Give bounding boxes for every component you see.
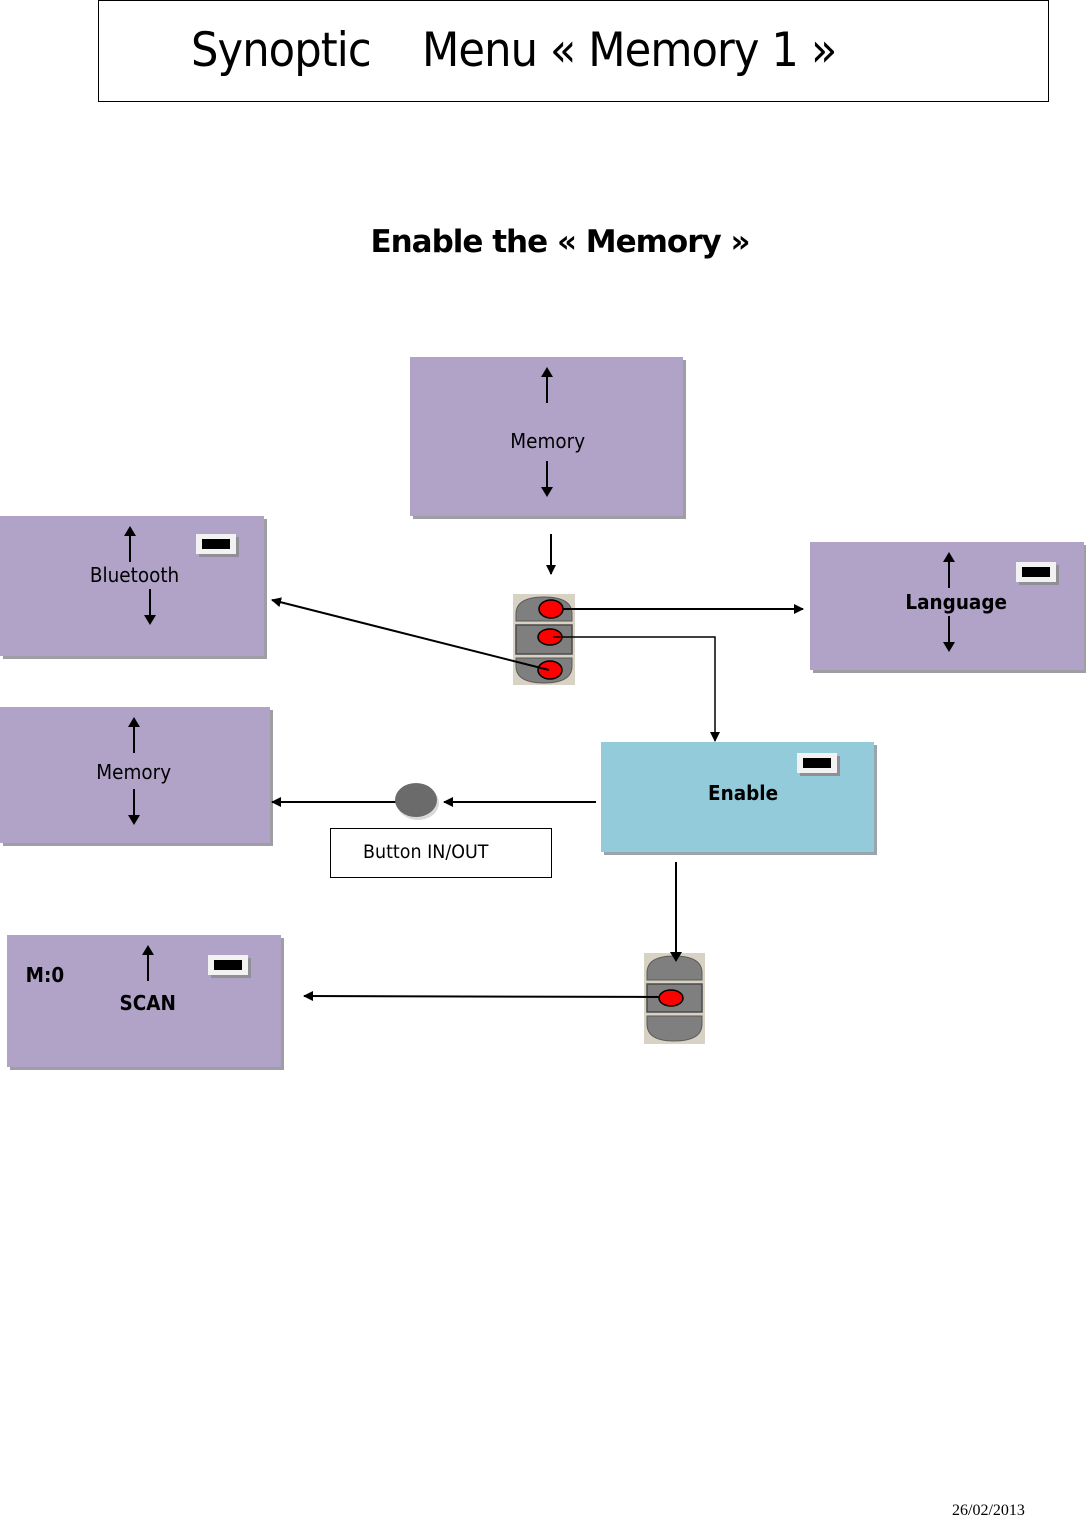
button-in-out-label-box: Button IN/OUT [330,828,552,878]
connector-keypad-to-enable [553,636,720,742]
button-in-out-icon[interactable] [395,783,437,817]
keypad-1[interactable] [513,594,575,685]
red-button-top[interactable] [538,599,564,619]
button-in-out-label: Button IN/OUT [363,841,489,863]
keypad-2[interactable] [644,953,705,1044]
connector-keypad-to-bluetooth [271,597,550,671]
footer-date: 26/02/2013 [952,1502,1025,1519]
red-button-bottom[interactable] [537,660,563,680]
red-button-middle[interactable] [658,989,684,1007]
connector-keypad-to-scan [303,991,661,1002]
connectors-layer [271,534,804,1044]
